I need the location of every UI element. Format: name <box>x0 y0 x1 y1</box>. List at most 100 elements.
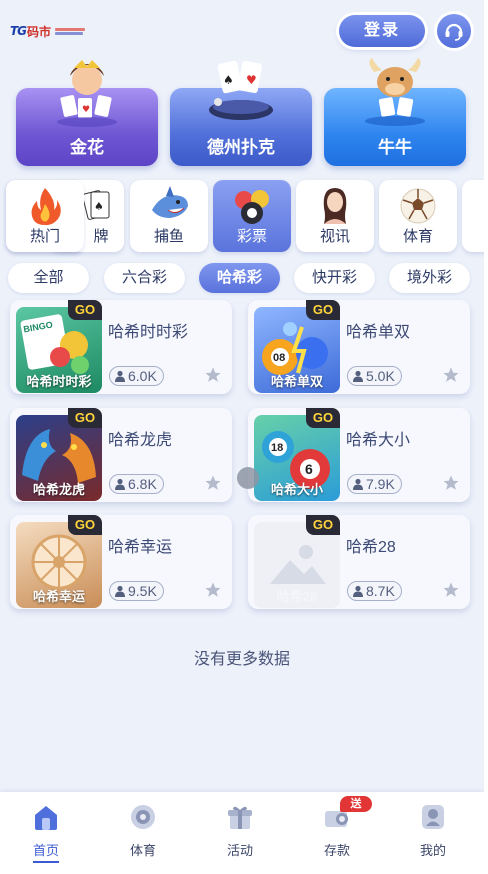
category-hot-cover: 热门 <box>6 180 84 252</box>
tab-label: 存款 <box>323 843 350 858</box>
logo-mark: TG <box>10 24 27 38</box>
lottery-balls-icon <box>235 190 269 224</box>
subtab-overseas[interactable]: 境外彩 <box>389 263 470 293</box>
player-count-value: 9.5K <box>128 583 157 599</box>
svg-text:♠: ♠ <box>223 73 234 87</box>
profile-icon <box>422 805 444 829</box>
poker-table-icon: ♠ ♥ <box>209 60 273 120</box>
ball-number: 6 <box>305 461 313 477</box>
category-fishing[interactable]: 捕鱼 <box>130 180 208 252</box>
star-icon[interactable] <box>204 366 222 384</box>
user-icon <box>115 585 125 597</box>
top-game-label: 金花 <box>70 138 104 157</box>
thumbnail-caption: 哈希幸运 <box>32 589 85 604</box>
fire-icon <box>31 188 61 226</box>
bottom-tab-bar: 首页 体育 活动 送2% 存款 我的 <box>0 792 484 874</box>
player-count: 6.8K <box>109 474 164 494</box>
thumbnail-caption: 哈希时时彩 <box>26 374 92 389</box>
subtab-fast[interactable]: 快开彩 <box>294 263 375 293</box>
top-game-jinhua[interactable]: ♥ 金花 <box>16 60 158 166</box>
go-badge: GO <box>68 300 102 320</box>
headset-icon <box>445 23 463 41</box>
game-name: 哈希28 <box>346 539 396 556</box>
logo-tagline-graphic <box>55 27 86 35</box>
customer-service-button[interactable] <box>437 14 471 48</box>
category-lottery[interactable]: 彩票 <box>213 180 291 252</box>
category-label: 热门 <box>29 228 60 245</box>
thumbnail-caption: 哈希28 <box>276 589 318 604</box>
subtab-all[interactable]: 全部 <box>8 263 89 293</box>
player-count-value: 7.9K <box>366 476 395 492</box>
thumbnail-caption: 哈希单双 <box>270 374 323 389</box>
top-game-niuniu[interactable]: 牛牛 <box>324 58 466 166</box>
lottery-subtabs: 全部 六合彩 哈希彩 快开彩 境外彩 <box>8 263 484 293</box>
category-live[interactable]: 视讯 <box>296 180 374 252</box>
svg-text:♠: ♠ <box>94 200 104 213</box>
game-card-hash-ssc[interactable]: BINGO 哈希时时彩 GO 哈希时时彩 6.0K <box>10 300 232 394</box>
game-card-hash-28[interactable]: 哈希28 GO 哈希28 8.7K <box>248 515 470 609</box>
player-count-value: 5.0K <box>366 368 395 384</box>
home-indicator <box>0 866 484 874</box>
tab-label: 我的 <box>419 843 446 858</box>
user-icon <box>115 370 125 382</box>
svg-text:♥: ♥ <box>246 73 257 87</box>
category-more-edge[interactable] <box>462 180 484 252</box>
tab-profile[interactable]: 我的 <box>398 802 468 858</box>
game-card-hash-odd-even[interactable]: 08 哈希单双 GO 哈希单双 5.0K <box>248 300 470 394</box>
tab-activities[interactable]: 活动 <box>205 802 275 858</box>
player-count: 8.7K <box>347 581 402 601</box>
category-bar: 热门 ♠ 牌 热门 捕鱼 <box>6 180 484 252</box>
top-game-label: 牛牛 <box>378 138 412 157</box>
ball-number: 18 <box>271 442 283 454</box>
tab-label: 活动 <box>226 843 253 858</box>
player-count-value: 8.7K <box>366 583 395 599</box>
star-icon[interactable] <box>442 581 460 599</box>
thumbnail-caption: 哈希大小 <box>270 482 323 497</box>
bull-character-icon <box>365 58 425 126</box>
player-count: 6.0K <box>109 366 164 386</box>
top-game-label: 德州扑克 <box>207 138 275 157</box>
star-icon[interactable] <box>204 581 222 599</box>
shark-icon <box>152 186 188 218</box>
subtab-mark-six[interactable]: 六合彩 <box>104 263 185 293</box>
star-icon[interactable] <box>442 474 460 492</box>
game-name: 哈希单双 <box>346 324 411 341</box>
game-card-hash-lucky[interactable]: 哈希幸运 GO 哈希幸运 9.5K <box>10 515 232 609</box>
category-label: 彩票 <box>236 228 267 245</box>
category-label: 捕鱼 <box>153 228 184 245</box>
right-edge <box>484 0 488 874</box>
live-dealer-icon <box>323 188 347 224</box>
deposit-promo-badge: 送2% <box>340 796 372 826</box>
go-badge: GO <box>306 300 340 320</box>
category-sports[interactable]: 体育 <box>379 180 457 252</box>
game-card-hash-dragon-tiger[interactable]: 哈希龙虎 GO 哈希龙虎 6.8K <box>10 408 232 502</box>
list-end-text: 没有更多数据 <box>193 651 290 668</box>
player-count-value: 6.0K <box>128 368 157 384</box>
go-badge: GO <box>306 408 340 428</box>
player-count: 9.5K <box>109 581 164 601</box>
top-game-texas[interactable]: ♠ ♥ 德州扑克 <box>170 60 312 166</box>
player-count: 5.0K <box>347 366 402 386</box>
subtab-hash[interactable]: 哈希彩 <box>199 263 280 293</box>
game-card-hash-big-small[interactable]: 18 6 哈希大小 GO 哈希大小 7.9K <box>248 408 470 502</box>
user-icon <box>353 585 363 597</box>
star-icon[interactable] <box>442 366 460 384</box>
home-icon <box>35 806 57 830</box>
tab-deposit[interactable]: 送2% 存款 <box>302 796 372 858</box>
user-icon <box>353 370 363 382</box>
tab-label: 首页 <box>33 840 59 863</box>
go-badge: GO <box>68 408 102 428</box>
logo[interactable]: TG 码市 <box>10 22 86 40</box>
ball-number: 08 <box>273 352 285 364</box>
star-icon[interactable] <box>204 474 222 492</box>
header: TG 码市 登录 <box>0 0 484 62</box>
login-button[interactable]: 登录 <box>339 15 425 47</box>
player-count-value: 6.8K <box>128 476 157 492</box>
user-icon <box>353 478 363 490</box>
tab-sports[interactable]: 体育 <box>108 802 178 858</box>
tab-home[interactable]: 首页 <box>11 802 81 863</box>
floating-assistive-button[interactable] <box>237 467 259 489</box>
category-label: 体育 <box>402 228 433 245</box>
game-name: 哈希时时彩 <box>108 324 189 341</box>
tab-label: 体育 <box>129 843 156 858</box>
